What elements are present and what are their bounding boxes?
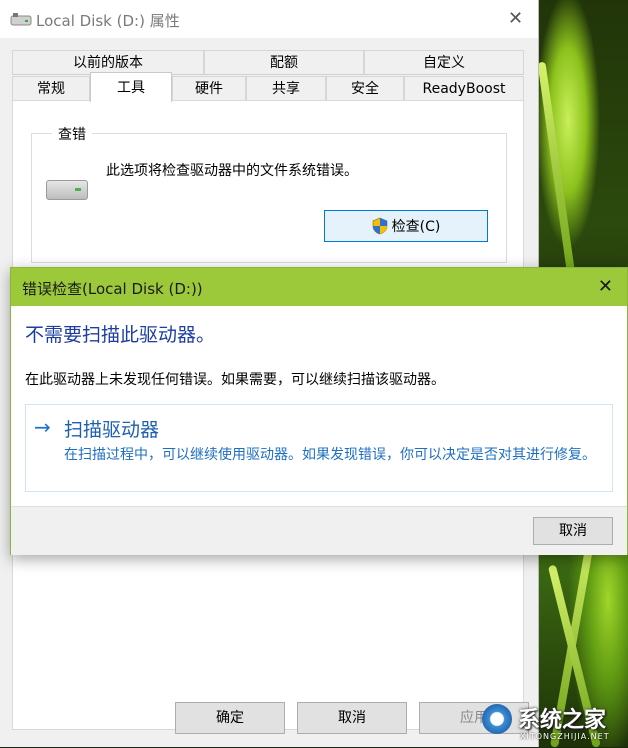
watermark-logo-icon: [482, 704, 512, 734]
error-check-dialog: 错误检查(Local Disk (D:)) ✕ 不需要扫描此驱动器。 在此驱动器…: [10, 267, 628, 555]
tab-quota[interactable]: 配额: [204, 50, 364, 74]
tab-previous-versions[interactable]: 以前的版本: [12, 50, 204, 74]
tab-readyboost[interactable]: ReadyBoost: [404, 76, 524, 100]
close-icon[interactable]: ✕: [508, 8, 523, 29]
scan-option-description: 在扫描过程中，可以继续使用驱动器。如果发现错误，你可以决定是否对其进行修复。: [64, 447, 596, 463]
dialog-title: 错误检查(Local Disk (D:)): [22, 280, 203, 298]
tab-row-top: 以前的版本 配额 自定义: [12, 50, 524, 75]
tab-general[interactable]: 常规: [12, 76, 90, 100]
tab-customize[interactable]: 自定义: [364, 50, 524, 74]
watermark-text: 系统之家: [518, 708, 607, 733]
check-button[interactable]: 检查(C): [324, 210, 488, 242]
check-button-label: 检查(C): [391, 219, 441, 235]
dialog-titlebar: 错误检查(Local Disk (D:)) ✕: [11, 268, 627, 306]
tab-hardware[interactable]: 硬件: [172, 76, 246, 100]
hard-drive-icon: [46, 180, 88, 200]
tab-tools[interactable]: 工具: [90, 72, 172, 102]
tab-security[interactable]: 安全: [326, 76, 404, 100]
cancel-button[interactable]: 取消: [297, 702, 407, 734]
drive-icon: [10, 13, 32, 26]
tab-sharing[interactable]: 共享: [246, 76, 326, 100]
uac-shield-icon: [372, 217, 387, 235]
scan-option-title: 扫描驱动器: [64, 419, 160, 441]
ok-button[interactable]: 确定: [175, 702, 285, 734]
dialog-footer: 取消: [11, 506, 627, 555]
error-checking-group: 查错 此选项将检查驱动器中的文件系统错误。 检查(C): [31, 124, 507, 263]
scan-drive-option[interactable]: → 扫描驱动器 在扫描过程中，可以继续使用驱动器。如果发现错误，你可以决定是否对…: [25, 404, 613, 492]
close-icon[interactable]: ✕: [598, 276, 613, 297]
dialog-cancel-button[interactable]: 取消: [533, 517, 613, 545]
group-label: 查错: [52, 124, 92, 144]
watermark-subtext: XITONGZHIJIA.NET: [520, 732, 610, 741]
site-watermark: 系统之家 XITONGZHIJIA.NET: [470, 700, 628, 747]
grass-blade: [537, 61, 576, 281]
dialog-heading: 不需要扫描此驱动器。: [25, 324, 216, 346]
window-title: Local Disk (D:) 属性: [36, 12, 180, 30]
arrow-right-icon: →: [34, 415, 51, 439]
group-description: 此选项将检查驱动器中的文件系统错误。: [106, 163, 358, 179]
tab-row-bottom: 常规 工具 硬件 共享 安全 ReadyBoost: [12, 72, 524, 102]
dialog-message: 在此驱动器上未发现任何错误。如果需要，可以继续扫描该驱动器。: [25, 372, 445, 388]
window-titlebar: Local Disk (D:) 属性 ✕: [0, 0, 538, 38]
